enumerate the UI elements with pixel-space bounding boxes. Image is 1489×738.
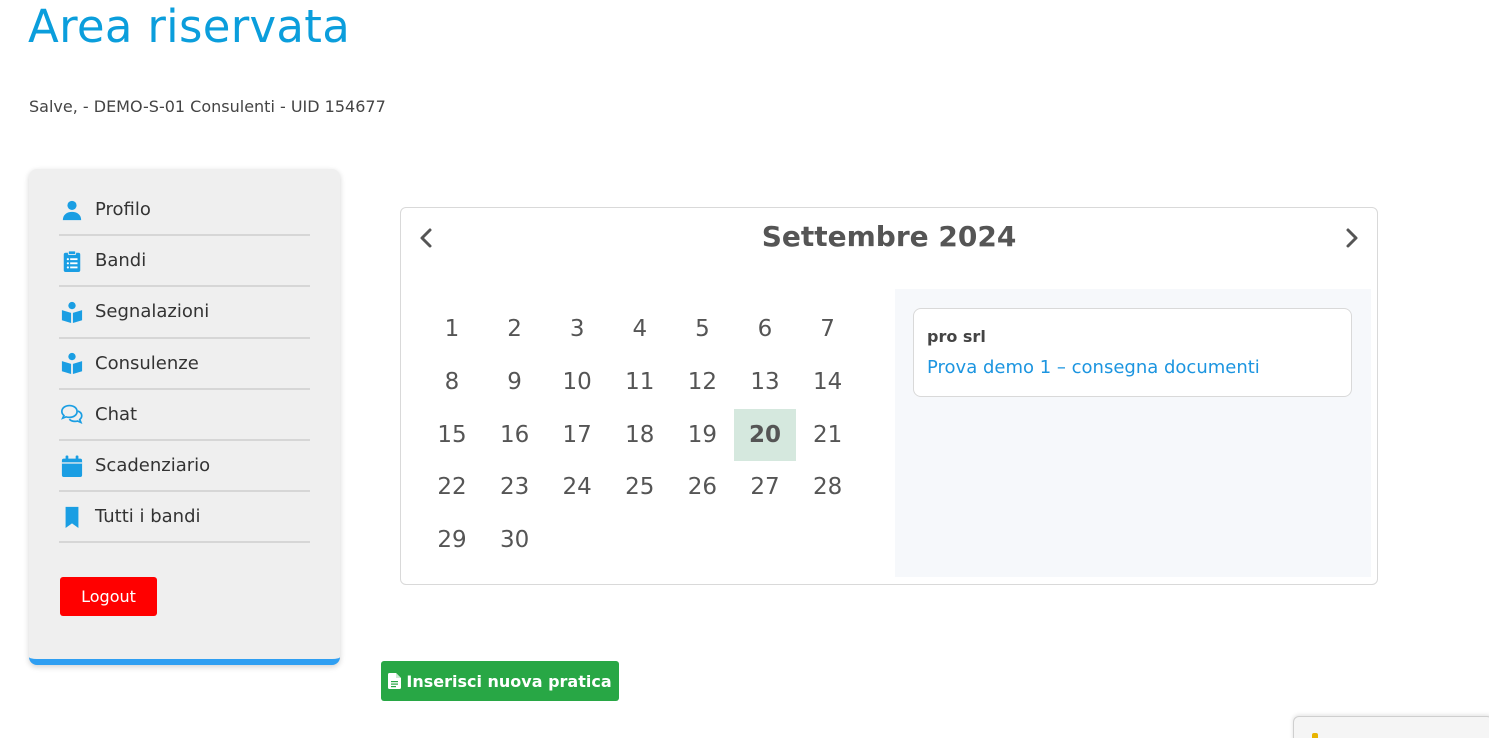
sidebar-item-consulenze[interactable]: Consulenze [59, 339, 310, 390]
event-card: pro srl Prova demo 1 – consegna document… [913, 308, 1352, 397]
file-icon [388, 673, 402, 689]
calendar-day-30[interactable]: 30 [484, 514, 546, 566]
page-title: Area riservata [28, 0, 351, 53]
onedrive-icon [1312, 733, 1318, 738]
calendar-day-24[interactable]: 24 [546, 461, 608, 513]
calendar-day-17[interactable]: 17 [546, 409, 608, 461]
sidebar-item-bandi[interactable]: Bandi [59, 236, 310, 288]
calendar-day-10[interactable]: 10 [546, 356, 608, 408]
chevron-right-icon [1346, 228, 1358, 248]
chat-bubbles-icon [59, 401, 85, 427]
new-practice-button[interactable]: Inserisci nuova pratica [381, 661, 619, 701]
next-month-button[interactable] [1339, 226, 1363, 250]
calendar-day-28[interactable]: 28 [797, 461, 859, 513]
sidebar-item-label: Bandi [95, 250, 147, 272]
calendar-day-8[interactable]: 8 [421, 356, 483, 408]
calendar-day-19[interactable]: 19 [671, 409, 733, 461]
greeting-text: Salve, - DEMO-S-01 Consulenti - UID 1546… [29, 97, 386, 116]
calendar-day-22[interactable]: 22 [421, 461, 483, 513]
user-icon [59, 197, 85, 223]
logout-button[interactable]: Logout [60, 577, 157, 616]
calendar-day-25[interactable]: 25 [609, 461, 671, 513]
sidebar-item-label: Consulenze [95, 352, 199, 374]
sidebar-item-label: Chat [95, 403, 138, 425]
calendar-day-4[interactable]: 4 [609, 303, 671, 355]
calendar-day-14[interactable]: 14 [797, 356, 859, 408]
calendar-icon [59, 453, 85, 479]
calendar-day-18[interactable]: 18 [609, 409, 671, 461]
event-link[interactable]: Prova demo 1 – consegna documenti [927, 357, 1260, 378]
new-practice-label: Inserisci nuova pratica [406, 671, 612, 691]
event-company: pro srl [927, 327, 986, 346]
calendar-day-5[interactable]: 5 [671, 303, 733, 355]
sidebar-item-chat[interactable]: Chat [59, 390, 310, 441]
calendar-day-12[interactable]: 12 [671, 356, 733, 408]
sidebar-menu: Profilo Bandi Segnalazioni Consulenze Ch… [59, 185, 310, 544]
calendar-day-16[interactable]: 16 [484, 409, 546, 461]
book-reader-icon [59, 299, 85, 325]
clipboard-list-icon [59, 248, 85, 274]
sidebar-item-label: Segnalazioni [95, 301, 210, 323]
calendar-day-2[interactable]: 2 [484, 303, 546, 355]
sidebar-item-segnalazioni[interactable]: Segnalazioni [59, 287, 310, 339]
sidebar-item-profilo[interactable]: Profilo [59, 185, 310, 237]
calendar-day-13[interactable]: 13 [734, 356, 796, 408]
calendar-day-11[interactable]: 11 [609, 356, 671, 408]
sidebar-item-label: Tutti i bandi [95, 506, 201, 528]
calendar-day-15[interactable]: 15 [421, 409, 483, 461]
calendar-day-7[interactable]: 7 [797, 303, 859, 355]
sidebar-item-label: Scadenziario [95, 455, 211, 477]
calendar-day-23[interactable]: 23 [484, 461, 546, 513]
calendar-day-21[interactable]: 21 [797, 409, 859, 461]
calendar-day-27[interactable]: 27 [734, 461, 796, 513]
calendar-day-3[interactable]: 3 [546, 303, 608, 355]
calendar-day-6[interactable]: 6 [734, 303, 796, 355]
calendar-day-1[interactable]: 1 [421, 303, 483, 355]
sidebar-item-label: Profilo [95, 199, 151, 221]
calendar-day-9[interactable]: 9 [484, 356, 546, 408]
bookmark-icon [59, 504, 85, 530]
sidebar-item-tutti-i-bandi[interactable]: Tutti i bandi [59, 492, 310, 544]
calendar-widget: Settembre 2024 1 2 3 4 5 6 7 8 9 10 11 12 13 14 15 16 17… [400, 207, 1378, 585]
sidebar: Profilo Bandi Segnalazioni Consulenze Ch… [29, 169, 340, 665]
calendar-day-29[interactable]: 29 [421, 514, 483, 566]
calendar-day-26[interactable]: 26 [671, 461, 733, 513]
sidebar-item-scadenziario[interactable]: Scadenziario [59, 441, 310, 493]
events-panel: pro srl Prova demo 1 – consegna document… [895, 289, 1371, 577]
onedrive-notification[interactable] [1293, 716, 1489, 738]
calendar-month-title: Settembre 2024 [761, 220, 1017, 253]
book-reader-icon [59, 350, 85, 376]
calendar-day-20[interactable]: 20 [734, 408, 796, 461]
